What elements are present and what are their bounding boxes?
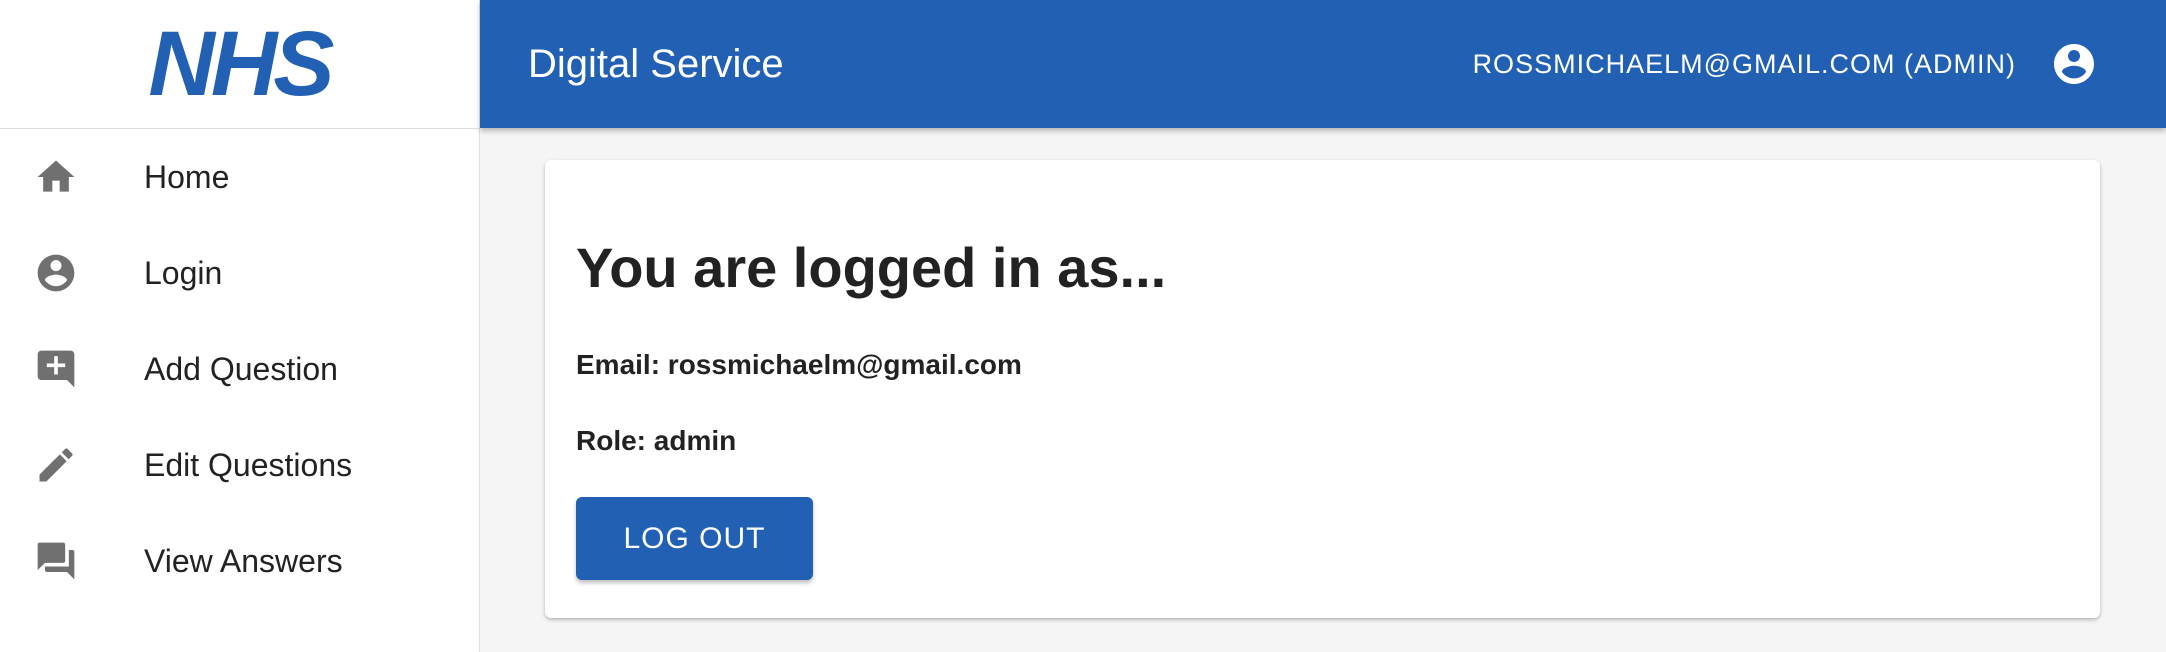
user-area: ROSSMICHAELM@GMAIL.COM (ADMIN) <box>1473 40 2166 88</box>
logo-area: NHS <box>0 0 479 129</box>
sidebar-nav: Home Login Add Question Edit Questions V… <box>0 129 479 609</box>
sidebar-item-edit-questions[interactable]: Edit Questions <box>0 417 479 513</box>
pencil-icon <box>0 443 144 487</box>
sidebar: NHS Home Login Add Question Edit Questio… <box>0 0 480 652</box>
sidebar-item-home[interactable]: Home <box>0 129 479 225</box>
add-comment-icon <box>0 347 144 391</box>
nhs-logo: NHS <box>148 13 334 115</box>
logout-button[interactable]: LOG OUT <box>576 497 813 580</box>
page-title: You are logged in as... <box>576 236 1167 299</box>
user-role: Role: admin <box>576 425 737 456</box>
account-circle-icon <box>0 251 144 295</box>
sidebar-item-add-question[interactable]: Add Question <box>0 321 479 417</box>
app-bar: Digital Service ROSSMICHAELM@GMAIL.COM (… <box>480 0 2166 128</box>
current-user-label: ROSSMICHAELM@GMAIL.COM (ADMIN) <box>1472 48 2016 79</box>
sidebar-item-label: Add Question <box>144 350 338 387</box>
account-circle-icon[interactable] <box>2050 40 2098 88</box>
sidebar-item-label: Login <box>144 254 223 291</box>
sidebar-item-label: Edit Questions <box>144 446 353 483</box>
sidebar-item-label: View Answers <box>144 542 343 579</box>
sidebar-item-login[interactable]: Login <box>0 225 479 321</box>
sidebar-item-label: Home <box>144 158 230 195</box>
home-icon <box>0 155 144 199</box>
login-status-card: You are logged in as... Email: rossmicha… <box>545 160 2100 618</box>
user-email: Email: rossmichaelm@gmail.com <box>576 349 1022 380</box>
app-title: Digital Service <box>528 41 784 86</box>
sidebar-item-view-answers[interactable]: View Answers <box>0 513 479 609</box>
forum-icon <box>0 539 144 583</box>
